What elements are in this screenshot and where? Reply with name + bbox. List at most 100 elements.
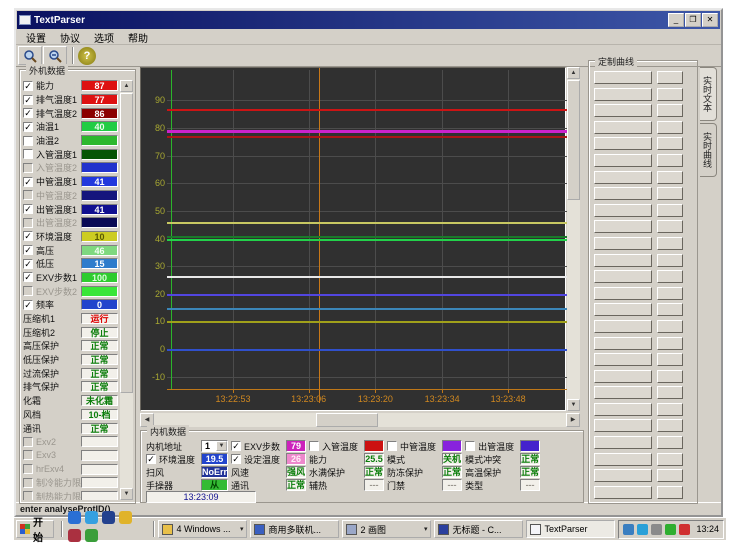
menu-item-协议[interactable]: 协议 <box>53 30 87 45</box>
curve-name-slot[interactable] <box>594 419 652 432</box>
scroll-right-icon[interactable]: ▶ <box>566 413 580 427</box>
curve-color-slot[interactable] <box>657 353 683 366</box>
checkbox-Exv3[interactable] <box>23 450 33 460</box>
update-icon[interactable] <box>85 529 98 542</box>
sidebar-scrollbar[interactable]: ▲ ▼ <box>120 80 133 500</box>
curve-color-slot[interactable] <box>657 254 683 267</box>
dropdown-arrow-icon[interactable]: ▼ <box>216 441 227 451</box>
curve-color-slot[interactable] <box>657 137 683 150</box>
curve-color-slot[interactable] <box>657 386 683 399</box>
curve-name-slot[interactable] <box>594 353 652 366</box>
checkbox-出管温度[interactable] <box>465 441 475 451</box>
curve-color-slot[interactable] <box>657 187 683 200</box>
curve-color-slot[interactable] <box>657 270 683 283</box>
window-close-button[interactable]: ✕ <box>702 13 718 27</box>
checkbox-环境温度[interactable]: ✓ <box>23 231 33 241</box>
curve-name-slot[interactable] <box>594 88 652 101</box>
security-icon[interactable] <box>68 529 81 542</box>
menu-item-选项[interactable]: 选项 <box>87 30 121 45</box>
checkbox-中管温度2[interactable] <box>23 190 33 200</box>
curve-name-slot[interactable] <box>594 204 652 217</box>
checkbox-EXV步数2[interactable] <box>23 286 33 296</box>
chevron-down-icon[interactable]: ▾ <box>240 525 244 533</box>
trend-chart[interactable]: 9080706050403020100-1013:22:5313:23:0613… <box>140 67 566 411</box>
checkbox-入管温度[interactable] <box>309 441 319 451</box>
curve-name-slot[interactable] <box>594 220 652 233</box>
menu-item-设置[interactable]: 设置 <box>19 30 53 45</box>
curve-color-slot[interactable] <box>657 320 683 333</box>
curve-name-slot[interactable] <box>594 436 652 449</box>
checkbox-能力[interactable]: ✓ <box>23 81 33 91</box>
checkbox-环境温度[interactable]: ✓ <box>146 454 156 464</box>
curve-color-slot[interactable] <box>657 403 683 416</box>
arrow-icon[interactable] <box>623 524 634 535</box>
checkbox-制冷能力限1[interactable] <box>23 478 33 488</box>
curve-name-slot[interactable] <box>594 386 652 399</box>
curve-name-slot[interactable] <box>594 469 652 482</box>
checkbox-频率[interactable]: ✓ <box>23 300 33 310</box>
curve-name-slot[interactable] <box>594 270 652 283</box>
checkbox-入管温度2[interactable] <box>23 163 33 173</box>
taskbar-button-TextParser[interactable]: TextParser <box>526 520 615 538</box>
checkbox-油温1[interactable]: ✓ <box>23 122 33 132</box>
indoor-address-select[interactable]: 1▼ <box>201 440 228 452</box>
curve-name-slot[interactable] <box>594 121 652 134</box>
checkbox-排气温度2[interactable]: ✓ <box>23 108 33 118</box>
checkbox-Exv2[interactable] <box>23 437 33 447</box>
checkbox-hrExv4[interactable] <box>23 464 33 474</box>
checkbox-低压[interactable]: ✓ <box>23 259 33 269</box>
curve-name-slot[interactable] <box>594 237 652 250</box>
help-button[interactable]: ? <box>78 47 96 65</box>
curve-color-slot[interactable] <box>657 204 683 217</box>
checkbox-出管温度1[interactable]: ✓ <box>23 204 33 214</box>
curve-name-slot[interactable] <box>594 154 652 167</box>
taskbar-button-商用多联机...[interactable]: 商用多联机... <box>250 520 339 538</box>
taskbar-button-无标题 - C...[interactable]: 无标题 - C... <box>434 520 523 538</box>
curve-color-slot[interactable] <box>657 154 683 167</box>
red-tray-icon[interactable] <box>679 524 690 535</box>
curve-color-slot[interactable] <box>657 453 683 466</box>
curve-name-slot[interactable] <box>594 453 652 466</box>
checkbox-中管温度[interactable] <box>387 441 397 451</box>
curve-color-slot[interactable] <box>657 419 683 432</box>
checkbox-出管温度2[interactable] <box>23 218 33 228</box>
scroll-up-icon[interactable]: ▲ <box>120 80 133 92</box>
curve-name-slot[interactable] <box>594 320 652 333</box>
chevron-down-icon[interactable]: ▾ <box>424 525 428 533</box>
green-tray-icon[interactable] <box>665 524 676 535</box>
chart-horizontal-scrollbar[interactable]: ◀ ▶ <box>140 413 580 427</box>
curve-name-slot[interactable] <box>594 254 652 267</box>
curve-color-slot[interactable] <box>657 287 683 300</box>
scroll-down-icon[interactable]: ▼ <box>120 488 133 500</box>
curve-color-slot[interactable] <box>657 121 683 134</box>
start-button[interactable]: 开始 <box>16 520 54 538</box>
curve-color-slot[interactable] <box>657 171 683 184</box>
desktop-icon[interactable] <box>102 511 115 524</box>
taskbar-button-2 画图[interactable]: 2 画图▾ <box>342 520 431 538</box>
curve-name-slot[interactable] <box>594 303 652 316</box>
window-restore-button[interactable]: ❐ <box>685 13 701 27</box>
checkbox-中管温度1[interactable]: ✓ <box>23 177 33 187</box>
curve-color-slot[interactable] <box>657 71 683 84</box>
curve-color-slot[interactable] <box>657 337 683 350</box>
menu-item-帮助[interactable]: 帮助 <box>121 30 155 45</box>
curve-color-slot[interactable] <box>657 303 683 316</box>
scroll-down-icon[interactable]: ▼ <box>567 399 580 411</box>
scroll-up-icon[interactable]: ▲ <box>567 67 580 79</box>
title-bar[interactable]: TextParser _❐✕ <box>17 11 720 29</box>
checkbox-高压[interactable]: ✓ <box>23 245 33 255</box>
messenger-icon[interactable] <box>85 511 98 524</box>
tab-实时文本[interactable]: 实时文本 <box>700 67 717 121</box>
checkbox-油温2[interactable] <box>23 136 33 146</box>
zoom-out-button[interactable] <box>43 46 67 65</box>
curve-color-slot[interactable] <box>657 436 683 449</box>
curve-name-slot[interactable] <box>594 403 652 416</box>
curve-color-slot[interactable] <box>657 370 683 383</box>
curve-name-slot[interactable] <box>594 287 652 300</box>
chart-vertical-scrollbar[interactable]: ▲ ▼ <box>567 67 580 411</box>
curve-name-slot[interactable] <box>594 137 652 150</box>
network-icon[interactable] <box>637 524 648 535</box>
curve-color-slot[interactable] <box>657 104 683 117</box>
folder-icon[interactable] <box>119 511 132 524</box>
checkbox-EXV步数[interactable]: ✓ <box>231 441 241 451</box>
